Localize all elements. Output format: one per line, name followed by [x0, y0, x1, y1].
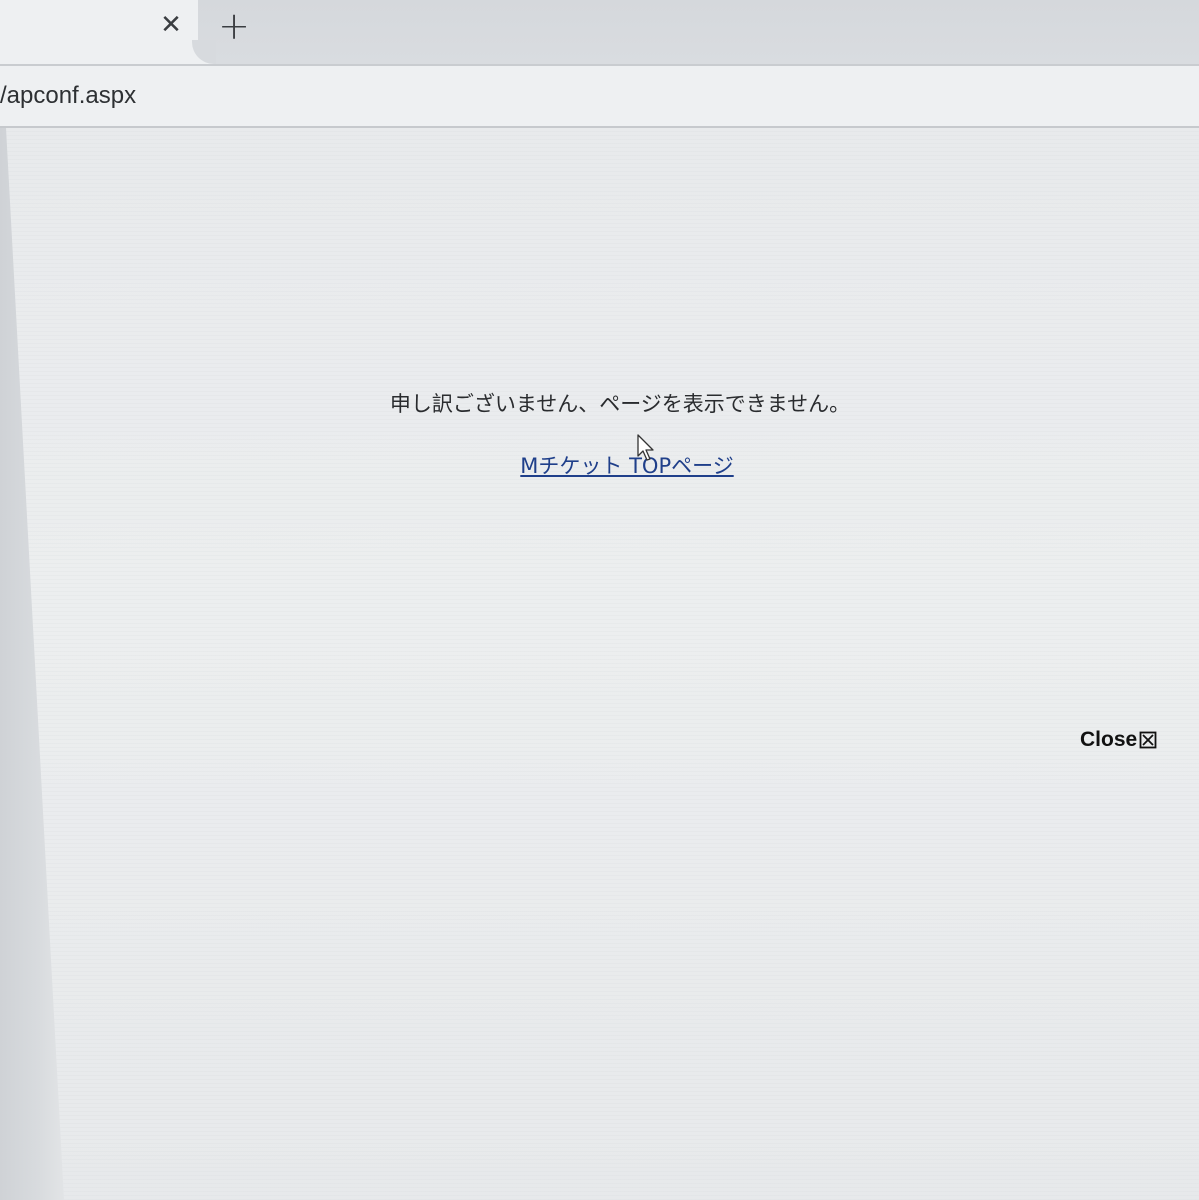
error-message: 申し訳ございません、ページを表示できません。	[389, 392, 851, 416]
page-content	[0, 128, 1199, 1200]
browser-window: ✕ + /apconf.aspx 申し訳ございません、ページを表示できません。 …	[0, 0, 1199, 1200]
tab-close-icon[interactable]: ✕	[156, 10, 186, 40]
active-tab[interactable]: ✕	[0, 0, 198, 64]
mticket-top-link[interactable]: Mチケット TOPページ	[0, 450, 1199, 480]
close-button[interactable]: Close	[1080, 728, 1157, 752]
tab-edge	[192, 40, 216, 64]
close-box-icon	[1139, 732, 1157, 749]
address-bar-url[interactable]: /apconf.aspx	[0, 82, 136, 110]
mouse-cursor-icon	[637, 434, 654, 461]
new-tab-button[interactable]: +	[214, 6, 254, 46]
address-bar-row: /apconf.aspx	[0, 64, 1199, 128]
tab-strip: ✕ +	[0, 0, 1199, 64]
close-label: Close	[1080, 728, 1138, 751]
